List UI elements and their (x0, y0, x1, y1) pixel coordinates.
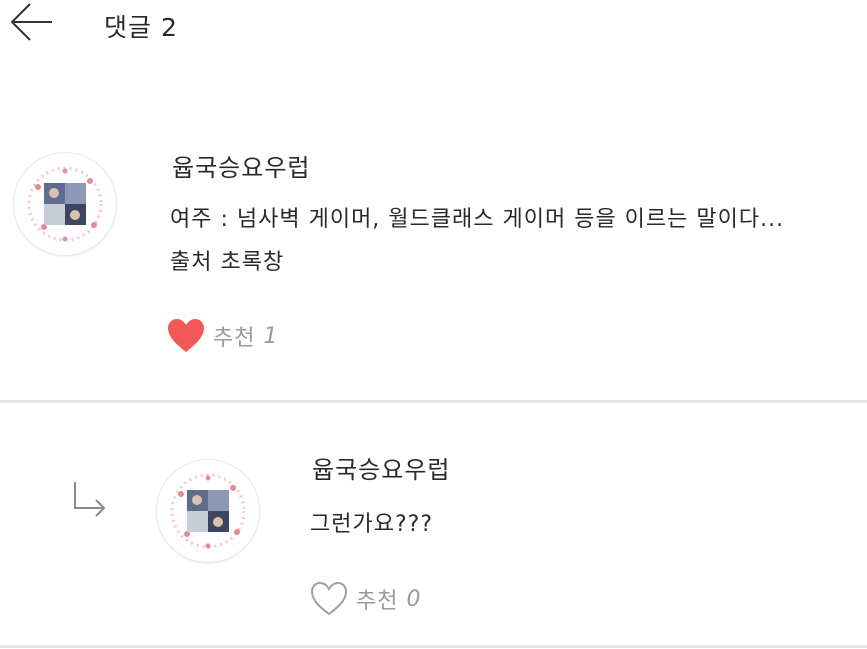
heart-outline-icon (310, 581, 348, 616)
reply-arrow-icon (74, 482, 106, 517)
comment-author[interactable]: 윱국승요우럽 (172, 148, 310, 183)
reply-comment-item: 윱국승요우럽 그런가요??? 추천 0 (0, 405, 867, 645)
divider (0, 645, 867, 648)
comment-text-line: 그런가요??? (310, 512, 433, 537)
like-count: 0 (406, 586, 421, 612)
comment-item: 윱국승요우럽 여주 : 넘사벽 게이머, 월드클래스 게이머 등을 이르는 말이… (0, 130, 867, 402)
like-button[interactable]: 추천 1 (167, 318, 277, 354)
arrow-left-icon (10, 3, 52, 41)
like-label: 추천 (213, 326, 256, 351)
back-button[interactable] (8, 0, 54, 44)
avatar-image (15, 154, 115, 254)
like-label: 추천 (356, 589, 399, 614)
avatar[interactable] (14, 153, 116, 255)
like-button[interactable]: 추천 0 (310, 581, 420, 617)
page-title: 댓글 2 (104, 13, 178, 42)
top-bar: 댓글 2 (0, 0, 867, 50)
comment-text-line: 출처 초록창 (170, 250, 285, 275)
avatar[interactable] (157, 460, 259, 562)
comment-text-line: 여주 : 넘사벽 게이머, 월드클래스 게이머 등을 이르는 말이다... (170, 207, 785, 232)
comment-author[interactable]: 윱국승요우럽 (312, 450, 450, 485)
divider (0, 400, 867, 403)
heart-filled-icon (168, 319, 204, 352)
avatar-image (158, 461, 258, 561)
like-count: 1 (263, 323, 278, 349)
